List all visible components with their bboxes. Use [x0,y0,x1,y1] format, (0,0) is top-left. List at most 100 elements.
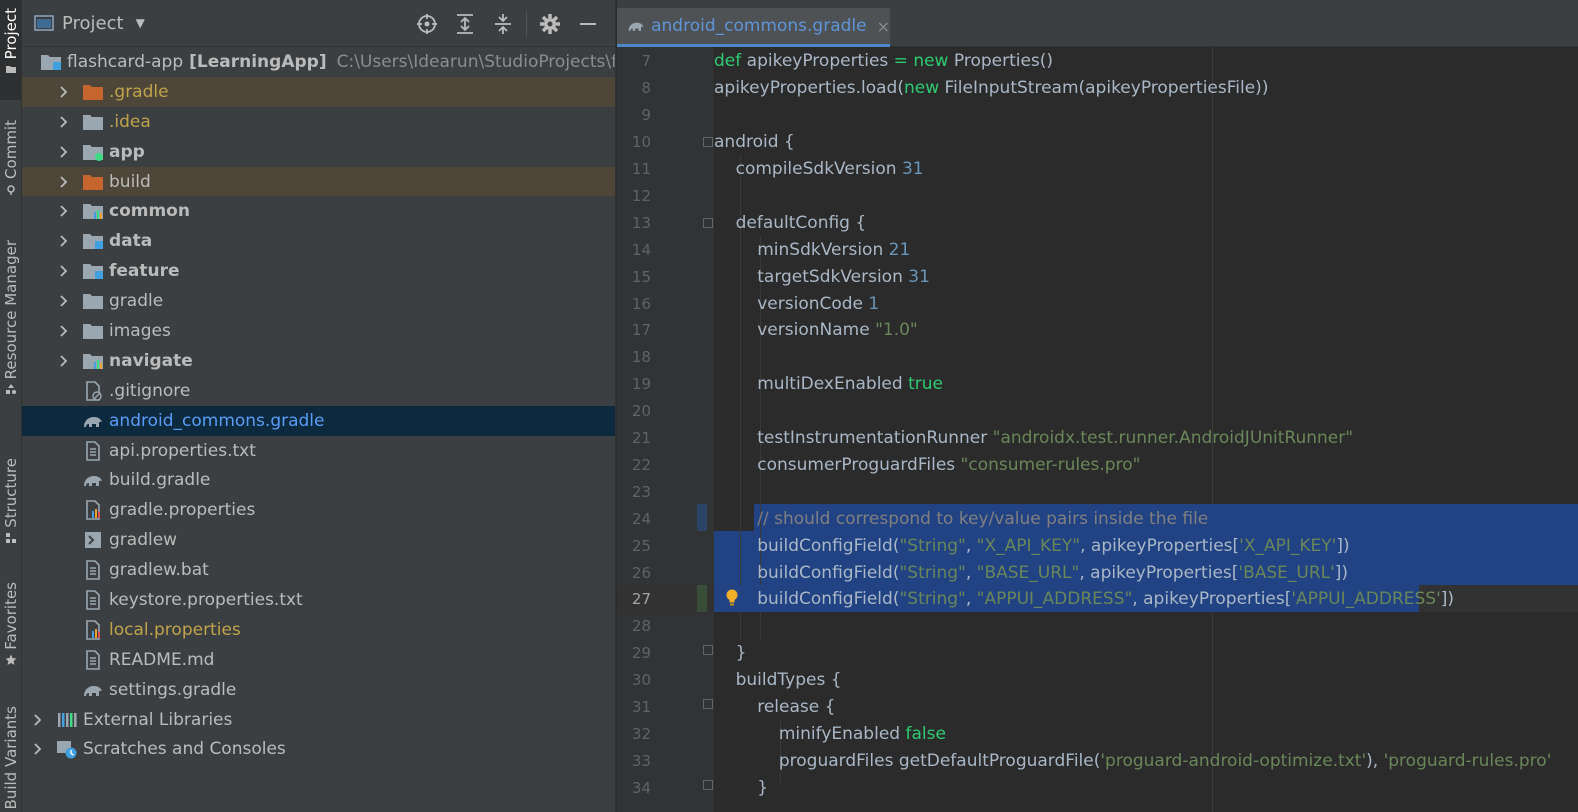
structure-icon [6,532,16,543]
tree-item[interactable]: data [22,226,615,256]
code-line[interactable]: 23 [617,478,1578,505]
tree-item-selected[interactable]: android_commons.gradle [22,405,615,436]
line-number: 30 [631,671,651,690]
code-line[interactable]: 7 def apikeyProperties = new Properties() [617,48,1578,75]
tree-item[interactable]: build.gradle [22,465,615,495]
tree-item[interactable]: feature [22,256,615,286]
tree-item[interactable]: images [22,316,615,346]
settings-button[interactable] [531,0,569,47]
code-line[interactable]: 21 testInstrumentationRunner "androidx.t… [617,425,1578,452]
tree-item-label: navigate [109,350,193,371]
code-line[interactable]: 10 android { [617,129,1578,156]
line-number: 24 [631,509,651,528]
code-line[interactable]: 31 release { [617,694,1578,721]
locate-file-button[interactable] [408,0,446,47]
tree-item[interactable]: README.md [22,645,615,675]
tree-item[interactable]: build [22,166,615,197]
code-line[interactable]: 16 versionCode 1 [617,290,1578,317]
code-line[interactable]: 17 versionName "1.0" [617,317,1578,344]
code-line[interactable]: 19 multiDexEnabled true [617,371,1578,398]
tree-item[interactable]: common [22,196,615,226]
stripe-structure-button[interactable]: Structure [0,458,21,554]
line-number: 25 [631,536,651,555]
tree-item[interactable]: keystore.properties.txt [22,585,615,615]
close-icon[interactable]: × [877,17,890,36]
line-number: 29 [631,644,651,663]
tree-item[interactable]: gradle.properties [22,495,615,525]
project-view-title[interactable]: Project [62,13,124,34]
chevron-right-icon [60,355,68,367]
code-line[interactable]: 15 targetSdkVersion 31 [617,263,1578,290]
stripe-resource-manager-button[interactable]: Resource Manager [0,240,21,410]
ignore-file-icon [82,380,104,401]
chevron-right-icon [60,205,68,218]
tree-item[interactable]: .gitignore [22,376,615,406]
tree-item-label: .idea [109,111,151,132]
hide-panel-button[interactable] [569,0,607,47]
toolbar-separator [526,10,527,37]
tree-item[interactable]: app [22,137,615,167]
code-line[interactable]: 11 compileSdkVersion 31 [617,156,1578,183]
tab-android-commons-gradle[interactable]: android_commons.gradle × [617,8,890,47]
stripe-commit-button[interactable]: Commit [0,120,21,212]
code-editor[interactable]: 7 def apikeyProperties = new Properties()… [617,47,1578,812]
tree-item-root[interactable]: flashcard-app [LearningApp] C:\Users\Ide… [22,47,615,77]
code-line[interactable]: 28 [617,613,1578,640]
code-line[interactable]: 22 consumerProguardFiles "consumer-rules… [617,452,1578,479]
libraries-icon [56,710,78,730]
android-module-icon [82,142,104,162]
tree-item[interactable]: navigate [22,346,615,376]
code-text: apikeyProperties.load(new FileInputStrea… [714,78,1269,99]
tree-item[interactable]: .idea [22,107,615,137]
folder-icon [82,291,104,311]
code-line[interactable]: 27 buildConfigField("String", "APPUI_ADD… [617,586,1578,613]
tool-window-stripe: Project Commit Resource Manager Structur… [0,0,22,812]
code-line[interactable]: 24 // should correspond to key/value pai… [617,505,1578,532]
code-line[interactable]: 32 minifyEnabled false [617,721,1578,748]
tree-item[interactable]: gradle [22,286,615,316]
code-text: // should correspond to key/value pairs … [757,508,1209,529]
tree-item[interactable]: settings.gradle [22,675,615,705]
text-file-icon [82,649,104,670]
chevron-right-icon [34,743,42,756]
code-line[interactable]: 18 [617,344,1578,371]
stripe-build-variants-button[interactable]: Build Variants [0,706,21,812]
code-line[interactable]: 8 apikeyProperties.load(new FileInputStre… [617,75,1578,102]
tree-item-label: keystore.properties.txt [109,589,303,610]
code-text: } [714,777,769,798]
code-line[interactable]: 33 proguardFiles getDefaultProguardFile(… [617,747,1578,774]
tree-item[interactable]: local.properties [22,615,615,645]
collapse-all-button[interactable] [484,0,522,47]
code-line[interactable]: 30 buildTypes { [617,667,1578,694]
tree-item-label: gradlew.bat [109,560,209,581]
gradle-icon [82,680,104,700]
code-text: def apikeyProperties = new Properties() [714,51,1054,72]
tree-item[interactable]: Scratches and Consoles [22,734,615,764]
stripe-project-button[interactable]: Project [0,0,21,100]
code-line[interactable]: 12 [617,183,1578,210]
chevron-right-icon [60,325,68,337]
code-line[interactable]: 29 } [617,640,1578,667]
tree-item-label: build [109,171,151,192]
stripe-favorites-button[interactable]: Favorites [0,582,21,678]
tree-item[interactable]: gradlew.bat [22,555,615,585]
code-text: targetSdkVersion 31 [714,266,930,287]
expand-all-button[interactable] [446,0,484,47]
tree-item[interactable]: .gradle [22,76,615,107]
line-number: 14 [631,240,651,259]
chevron-down-icon[interactable]: ▼ [136,16,145,30]
code-line[interactable]: 20 [617,398,1578,425]
code-line[interactable]: 14 minSdkVersion 21 [617,236,1578,263]
tree-item[interactable]: gradlew [22,525,615,555]
code-line[interactable]: 25 buildConfigField("String", "X_API_KEY… [617,532,1578,559]
properties-file-icon [82,500,104,521]
tree-item[interactable]: api.properties.txt [22,436,615,466]
tree-item[interactable]: External Libraries [22,705,615,735]
code-line[interactable]: 26 buildConfigField("String", "BASE_URL"… [617,559,1578,586]
code-line[interactable]: 13 defaultConfig { [617,209,1578,236]
code-line[interactable]: 9 [617,102,1578,129]
code-line[interactable]: 34 } [617,774,1578,801]
project-view-icon [34,15,54,31]
chevron-right-icon [60,235,68,247]
excluded-folder-icon [82,82,104,102]
